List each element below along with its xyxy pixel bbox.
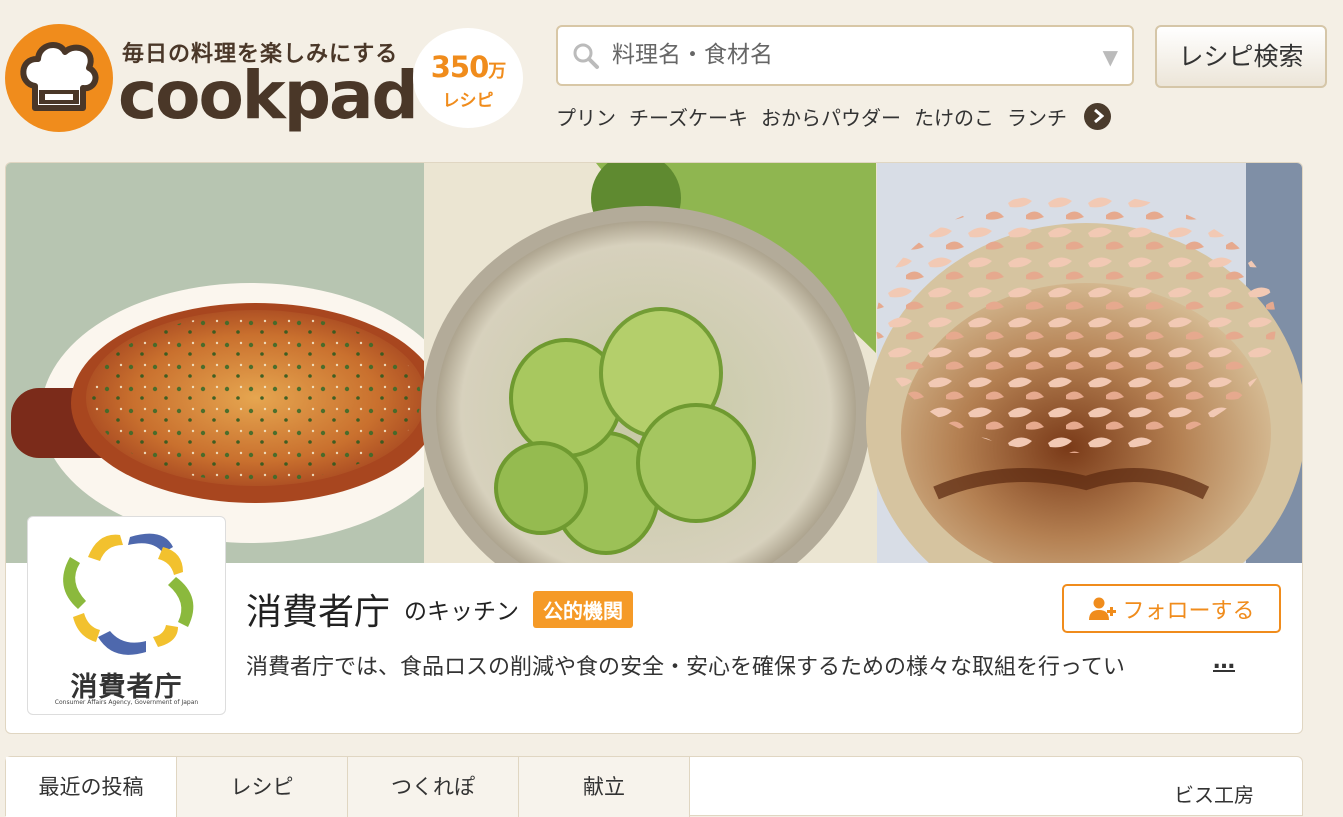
description-more-link[interactable]: … [1213, 649, 1235, 674]
kitchen-logo: 消費者庁 Consumer Affairs Agency, Government… [27, 516, 226, 715]
follow-label: フォローする [1122, 598, 1255, 624]
kitchen-name: 消費者庁 [246, 592, 391, 633]
tab-recipes[interactable]: レシピ [177, 757, 348, 817]
recipe-count-man: 万 [488, 61, 506, 82]
keyword-link[interactable]: おからパウダー [761, 102, 901, 131]
caa-emblem-icon [63, 533, 194, 655]
kitchen-logo-subtext: Consumer Affairs Agency, Government of J… [54, 699, 199, 706]
kitchen-description: 消費者庁では、食品ロスの削減や食の安全・安心を確保するための様々な取組を行ってい [246, 655, 1125, 680]
recipe-count-unit: レシピ [442, 91, 494, 111]
keyword-link[interactable]: たけのこ [914, 102, 994, 131]
official-badge: 公的機関 [533, 590, 634, 628]
tab-recent-posts[interactable]: 最近の投稿 [6, 757, 177, 817]
chef-hat-icon [5, 24, 113, 132]
keyword-link[interactable]: プリン [556, 102, 616, 131]
kitchen-card: 消費者庁 Consumer Affairs Agency, Government… [5, 162, 1303, 734]
search-input[interactable]: 料理名・食材名 ▼ [556, 25, 1134, 86]
search-icon [572, 42, 600, 74]
tabs-right-text: ビス工房 [1174, 783, 1254, 807]
search-placeholder: 料理名・食材名 [612, 42, 773, 68]
recipe-search-button[interactable]: レシピ検索 [1155, 25, 1327, 88]
keyword-link[interactable]: ランチ [1007, 102, 1067, 131]
popular-keywords: プリン チーズケーキ おからパウダー たけのこ ランチ [556, 100, 1111, 132]
recipe-count-badge: 350万 レシピ [413, 28, 523, 128]
keyword-link[interactable]: チーズケーキ [629, 102, 748, 131]
kitchen-banner-image [6, 163, 1302, 563]
tab-tsukurepo[interactable]: つくれぽ [348, 757, 519, 817]
cookpad-logo[interactable]: 毎日の料理を楽しみにする cookpad 350万 レシピ [5, 24, 525, 134]
chevron-right-icon[interactable] [1084, 102, 1111, 130]
kitchen-title-row: 消費者庁 のキッチン 公的機関 [246, 585, 634, 633]
logo-wordmark: cookpad [118, 57, 419, 134]
kitchen-tabs: 最近の投稿 レシピ つくれぽ 献立 ビス工房 [5, 756, 1303, 817]
tab-menus[interactable]: 献立 [519, 757, 690, 817]
kitchen-suffix: のキッチン [404, 599, 520, 625]
add-user-icon [1089, 597, 1117, 620]
recipe-count-number: 350 [430, 50, 490, 84]
dropdown-caret-icon[interactable]: ▼ [1103, 45, 1118, 69]
follow-button[interactable]: フォローする [1062, 584, 1281, 633]
